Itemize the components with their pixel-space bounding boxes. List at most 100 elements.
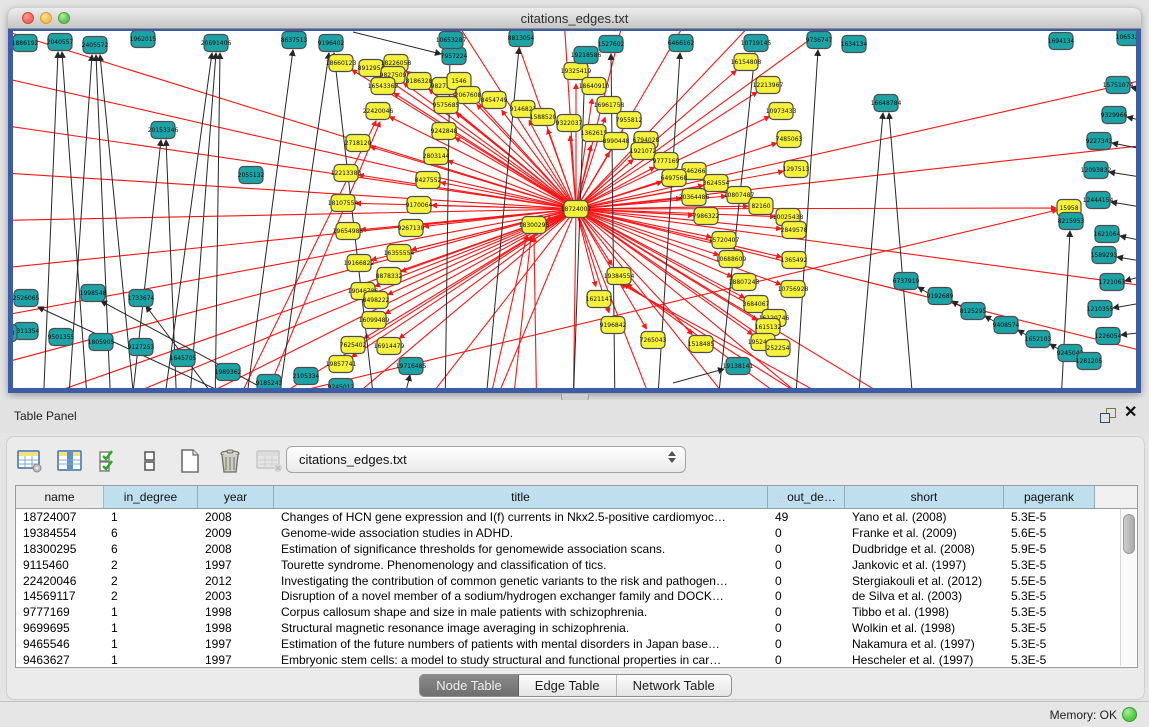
network-node[interactable]: 9329966	[1101, 107, 1128, 124]
edge[interactable]	[455, 138, 576, 209]
network-node-selected[interactable]: 20364486	[679, 189, 710, 206]
network-node[interactable]: 9127253	[128, 339, 155, 356]
edge[interactable]	[510, 236, 531, 388]
network-node-selected[interactable]: 8186328	[406, 73, 433, 90]
network-node-selected[interactable]: 1588520	[530, 109, 557, 126]
table-row[interactable]: 1456911722003Disruption of a novel membe…	[16, 588, 1137, 604]
network-node-selected[interactable]: 19384554	[604, 268, 635, 285]
edge[interactable]	[1117, 257, 1136, 263]
network-node-selected[interactable]: 9196842	[600, 317, 627, 334]
network-node-selected[interactable]: 18300295	[519, 217, 550, 234]
edge[interactable]	[215, 53, 220, 388]
network-node-selected[interactable]: 7955812	[616, 112, 643, 129]
edge[interactable]	[1120, 236, 1136, 243]
tab-network-table[interactable]: Network Table	[617, 675, 731, 696]
network-node[interactable]: 1962015	[130, 31, 157, 48]
network-node-selected[interactable]: 1365492	[781, 252, 808, 269]
network-node-selected[interactable]: 16099489	[359, 312, 390, 329]
network-node-selected[interactable]: 82160	[749, 198, 773, 215]
network-node[interactable]: 10653287	[436, 32, 467, 49]
network-node-selected[interactable]: 18660123	[326, 55, 357, 72]
network-node[interactable]: 1694134	[1048, 33, 1075, 50]
network-node[interactable]: 19218586	[571, 47, 602, 64]
edge[interactable]	[576, 71, 1136, 209]
network-node[interactable]: 9501355	[48, 329, 75, 346]
table-row[interactable]: 1872400712008Changes of HCN gene express…	[16, 509, 1137, 525]
table-row[interactable]: 969969511998Structural magnetic resonanc…	[16, 620, 1137, 636]
network-node-selected[interactable]: 9575685	[433, 97, 460, 114]
edge[interactable]	[277, 53, 329, 388]
network-node-selected[interactable]: 8878332	[376, 268, 403, 285]
table-scrollbar-thumb[interactable]	[1123, 514, 1135, 554]
table-row[interactable]: 1830029562008Estimation of significance …	[16, 541, 1137, 557]
network-node[interactable]: 1805905	[88, 334, 115, 351]
network-node-selected[interactable]: 9777169	[653, 153, 680, 170]
table-row[interactable]: 1938455462009Genome-wide association stu…	[16, 525, 1137, 541]
table-selector-dropdown[interactable]: citations_edges.txt	[286, 446, 686, 473]
trash-icon[interactable]	[215, 446, 245, 476]
edge[interactable]	[399, 209, 576, 338]
network-node[interactable]: 9736747	[806, 32, 833, 49]
network-node[interactable]: 2405572	[82, 37, 109, 54]
network-node-selected[interactable]: 10688609	[716, 251, 747, 268]
network-node-selected[interactable]: 16154808	[731, 54, 762, 71]
network-node[interactable]: 2055132	[238, 167, 265, 184]
network-node[interactable]: 9185243	[256, 375, 283, 389]
network-node[interactable]: 1733674	[128, 290, 155, 307]
network-node-selected[interactable]: 8427552	[415, 172, 442, 189]
network-node[interactable]: 2040557	[47, 34, 74, 51]
network-node-selected[interactable]: 19166822	[344, 255, 375, 272]
table-row[interactable]: 946554611997Estimation of the future num…	[16, 636, 1137, 652]
edge[interactable]	[483, 209, 576, 388]
network-node[interactable]: 16648784	[871, 95, 902, 112]
network-node[interactable]: 19138141	[723, 358, 754, 375]
edge[interactable]	[1125, 273, 1136, 281]
network-node-selected[interactable]: 2067608	[455, 87, 482, 104]
edge[interactable]	[403, 375, 410, 388]
network-node[interactable]: 9192689	[927, 288, 954, 305]
network-node-selected[interactable]: 16355554	[384, 245, 415, 262]
network-node-selected[interactable]: 2849578	[781, 222, 808, 239]
network-node-selected[interactable]: 12213383	[331, 165, 362, 182]
network-node[interactable]: 1527602	[598, 36, 625, 53]
network-node[interactable]: 1281205	[1076, 353, 1103, 370]
edge[interactable]	[1127, 117, 1136, 123]
close-panel-icon[interactable]: ✕	[1124, 405, 1137, 421]
network-node[interactable]: 9227343	[1086, 133, 1113, 150]
network-node[interactable]: 1721063	[1099, 274, 1126, 291]
column-header-name[interactable]: name	[16, 486, 104, 508]
network-node-selected[interactable]: 8498222	[363, 292, 390, 309]
network-node[interactable]: 1210355	[1087, 301, 1114, 318]
network-node[interactable]: 9196402	[318, 35, 345, 52]
edge[interactable]	[353, 32, 441, 54]
table-scrollbar[interactable]	[1120, 509, 1136, 666]
network-node-selected[interactable]: 10973433	[766, 103, 797, 120]
network-node[interactable]: 6737919	[893, 273, 920, 290]
select-rows-icon[interactable]	[95, 446, 125, 476]
edge[interactable]	[889, 113, 913, 388]
network-node-selected[interactable]: 7485063	[776, 131, 803, 148]
network-node-selected[interactable]: 9170064	[406, 197, 433, 214]
network-node-selected[interactable]: 6497568	[661, 170, 688, 187]
network-node[interactable]: 1621064	[1094, 226, 1121, 243]
column-header-title[interactable]: title	[274, 486, 768, 508]
network-node[interactable]: 1998548	[80, 285, 107, 302]
network-node[interactable]: 1589293	[1091, 247, 1118, 264]
network-node[interactable]: 1886192	[13, 35, 39, 52]
network-node-selected[interactable]: 3624554	[703, 175, 730, 192]
network-node-selected[interactable]: 12213967	[753, 77, 784, 94]
column-header-pagerank[interactable]: pagerank	[1004, 486, 1095, 508]
network-node[interactable]: 2526065	[13, 290, 40, 307]
table-row[interactable]: 2242004622012Investigating the contribut…	[16, 573, 1137, 589]
network-node-selected[interactable]: 19857741	[326, 356, 357, 373]
network-node[interactable]: 1989362	[215, 364, 242, 381]
network-canvas[interactable]: 1872400718660123891295418226058982750916…	[13, 31, 1136, 388]
network-node[interactable]: 2105334	[293, 368, 320, 385]
edge[interactable]	[1061, 231, 1070, 388]
network-node[interactable]: 7957224	[441, 48, 468, 65]
network-node-selected[interactable]: 1621147	[586, 291, 613, 308]
network-node-selected[interactable]: 18107554	[328, 195, 359, 212]
network-node[interactable]: 20153346	[148, 122, 179, 139]
network-node[interactable]: 1634134	[841, 36, 868, 53]
network-node-selected[interactable]: 18807243	[729, 274, 760, 291]
